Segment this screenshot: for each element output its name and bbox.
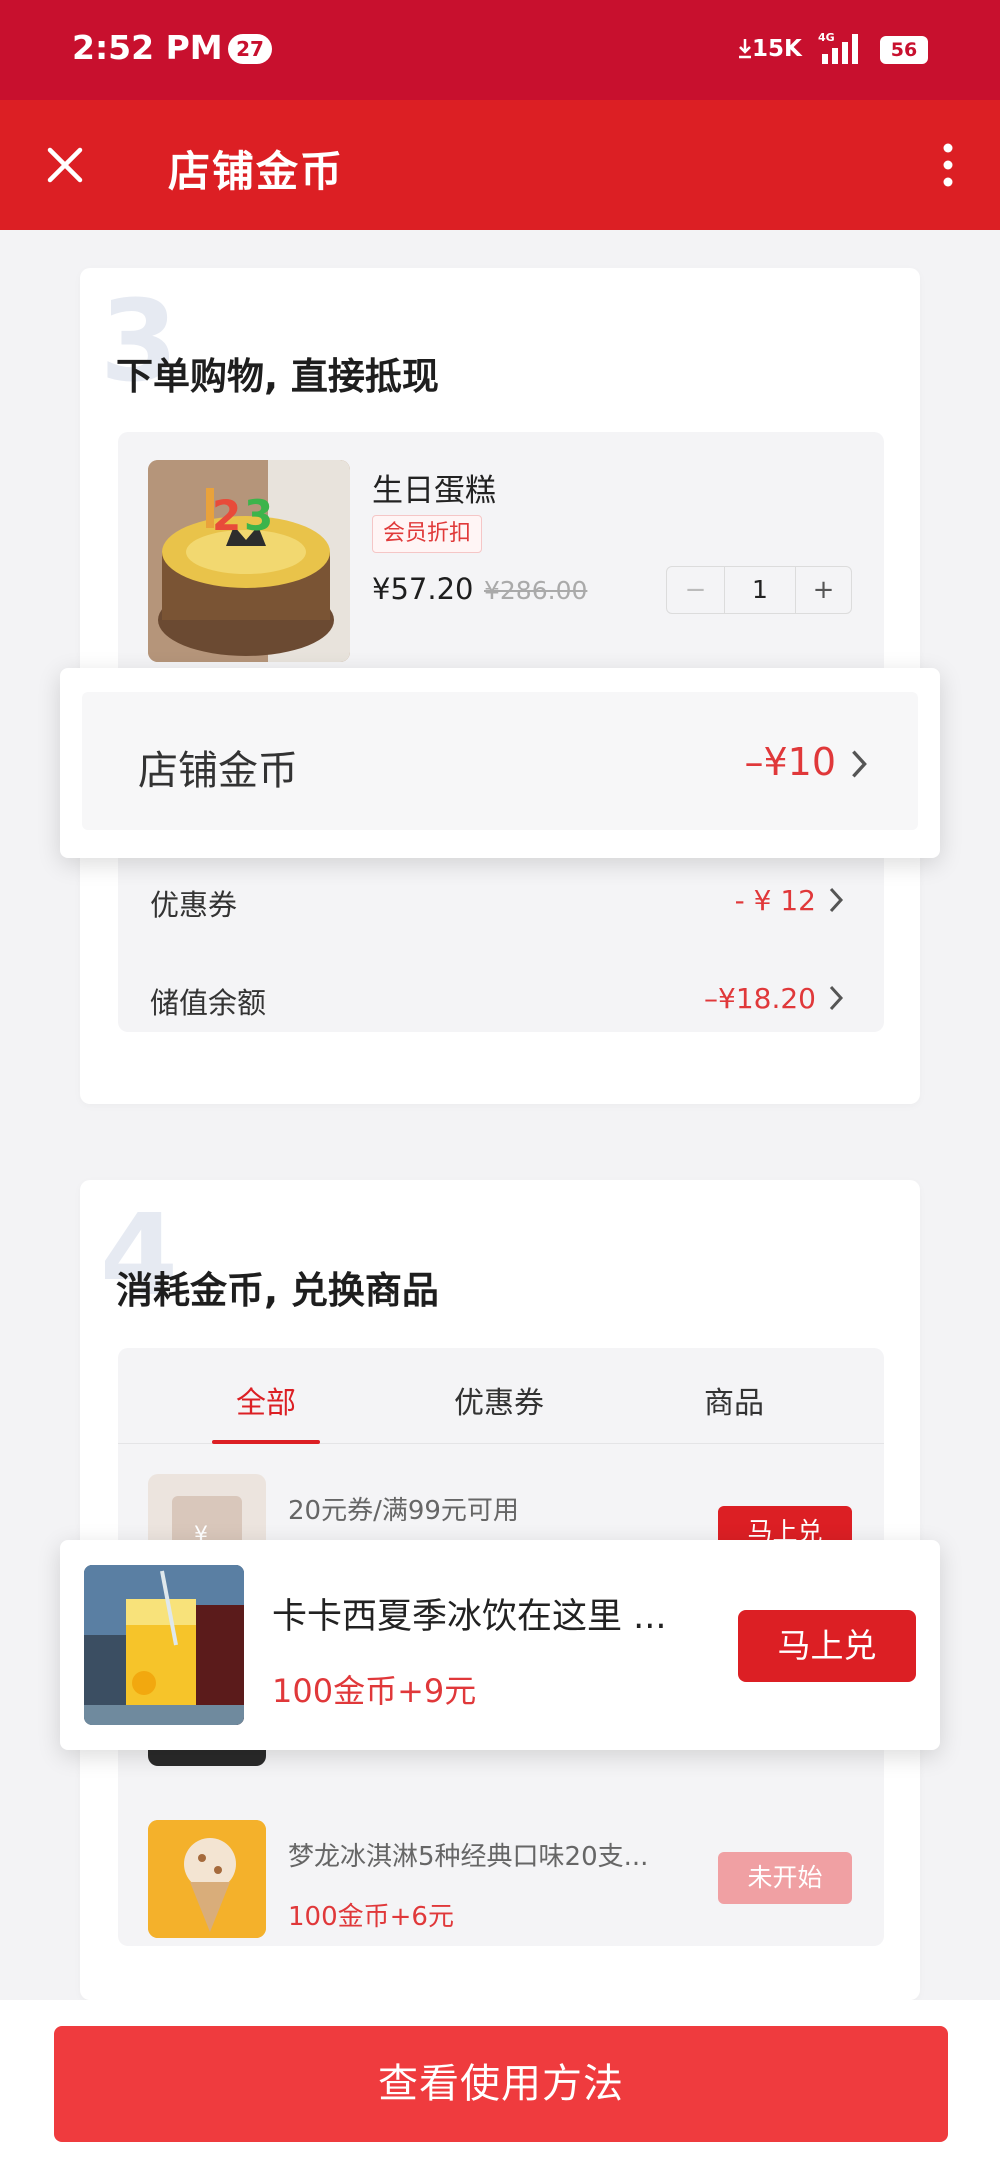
- close-icon[interactable]: [42, 142, 88, 188]
- shop-coin-value: –¥10: [744, 740, 836, 784]
- tab-coupons[interactable]: 优惠券: [454, 1378, 544, 1422]
- svg-text:2: 2: [212, 491, 241, 540]
- product-price: ¥57.20: [372, 572, 474, 606]
- network-type-label: 4G: [818, 31, 835, 44]
- member-discount-tag: 会员折扣: [372, 515, 483, 553]
- view-instructions-button[interactable]: 查看使用方法: [54, 2026, 948, 2142]
- svg-text:3: 3: [244, 491, 273, 540]
- section-4-title: 消耗金币, 兑换商品: [116, 1269, 439, 1312]
- signal-icon: 4G: [818, 31, 858, 64]
- product-original-price: ¥286.00: [484, 576, 588, 605]
- chevron-right-icon[interactable]: [828, 984, 844, 1012]
- section-3-title: 下单购物, 直接抵现: [116, 355, 439, 398]
- decrease-button[interactable]: −: [667, 567, 725, 613]
- balance-label: 储值余额: [150, 986, 267, 1020]
- ice-cream-illustration: [148, 1820, 266, 1938]
- notification-badge: 27: [228, 34, 272, 64]
- list-item-name: 梦龙冰淇淋5种经典口味20支...: [288, 1842, 649, 1872]
- more-icon[interactable]: [936, 140, 960, 190]
- coupon-label: 优惠券: [150, 888, 238, 922]
- featured-item-name: 卡卡西夏季冰饮在这里 ...: [272, 1597, 667, 1637]
- battery-icon: 56: [880, 36, 928, 64]
- chevron-right-icon[interactable]: [850, 748, 868, 780]
- network-speed: 15K: [738, 36, 802, 62]
- tab-all[interactable]: 全部: [236, 1378, 296, 1422]
- ice-cream-thumbnail: [148, 1820, 266, 1938]
- quantity-value[interactable]: 1: [725, 567, 795, 613]
- cake-image: 2 3: [148, 460, 350, 662]
- chevron-right-icon[interactable]: [828, 886, 844, 914]
- list-item-price: 100金币+6元: [288, 1902, 454, 1932]
- cake-illustration: 2 3: [148, 460, 350, 662]
- increase-button[interactable]: +: [795, 567, 851, 613]
- coupon-value[interactable]: - ¥ 12: [735, 884, 816, 917]
- network-speed-value: 15K: [752, 36, 802, 62]
- product-name: 生日蛋糕: [372, 473, 496, 509]
- iced-drink-illustration: [84, 1565, 244, 1725]
- featured-item-price: 100金币+9元: [272, 1672, 477, 1710]
- quantity-stepper: − 1 +: [666, 566, 852, 614]
- app-bar: 店铺金币: [0, 100, 1000, 230]
- tab-products[interactable]: 商品: [704, 1378, 764, 1422]
- page: 2:52 PM 27 15K 4G 56 店铺金币 3 下单购物, 直接抵现 2…: [0, 0, 1000, 2167]
- download-arrow-icon: [739, 39, 751, 59]
- status-time: 2:52 PM: [72, 28, 223, 67]
- iced-drink-image: [84, 1565, 244, 1725]
- status-bar: 2:52 PM 27 15K 4G 56: [0, 0, 1000, 100]
- not-started-button[interactable]: 未开始: [718, 1852, 852, 1904]
- redeem-now-button[interactable]: 马上兑: [738, 1610, 916, 1682]
- shop-coin-label: 店铺金币: [138, 748, 298, 794]
- balance-value[interactable]: –¥18.20: [704, 982, 816, 1015]
- page-title: 店铺金币: [168, 147, 345, 196]
- list-item-name: 20元券/满99元可用: [288, 1496, 519, 1526]
